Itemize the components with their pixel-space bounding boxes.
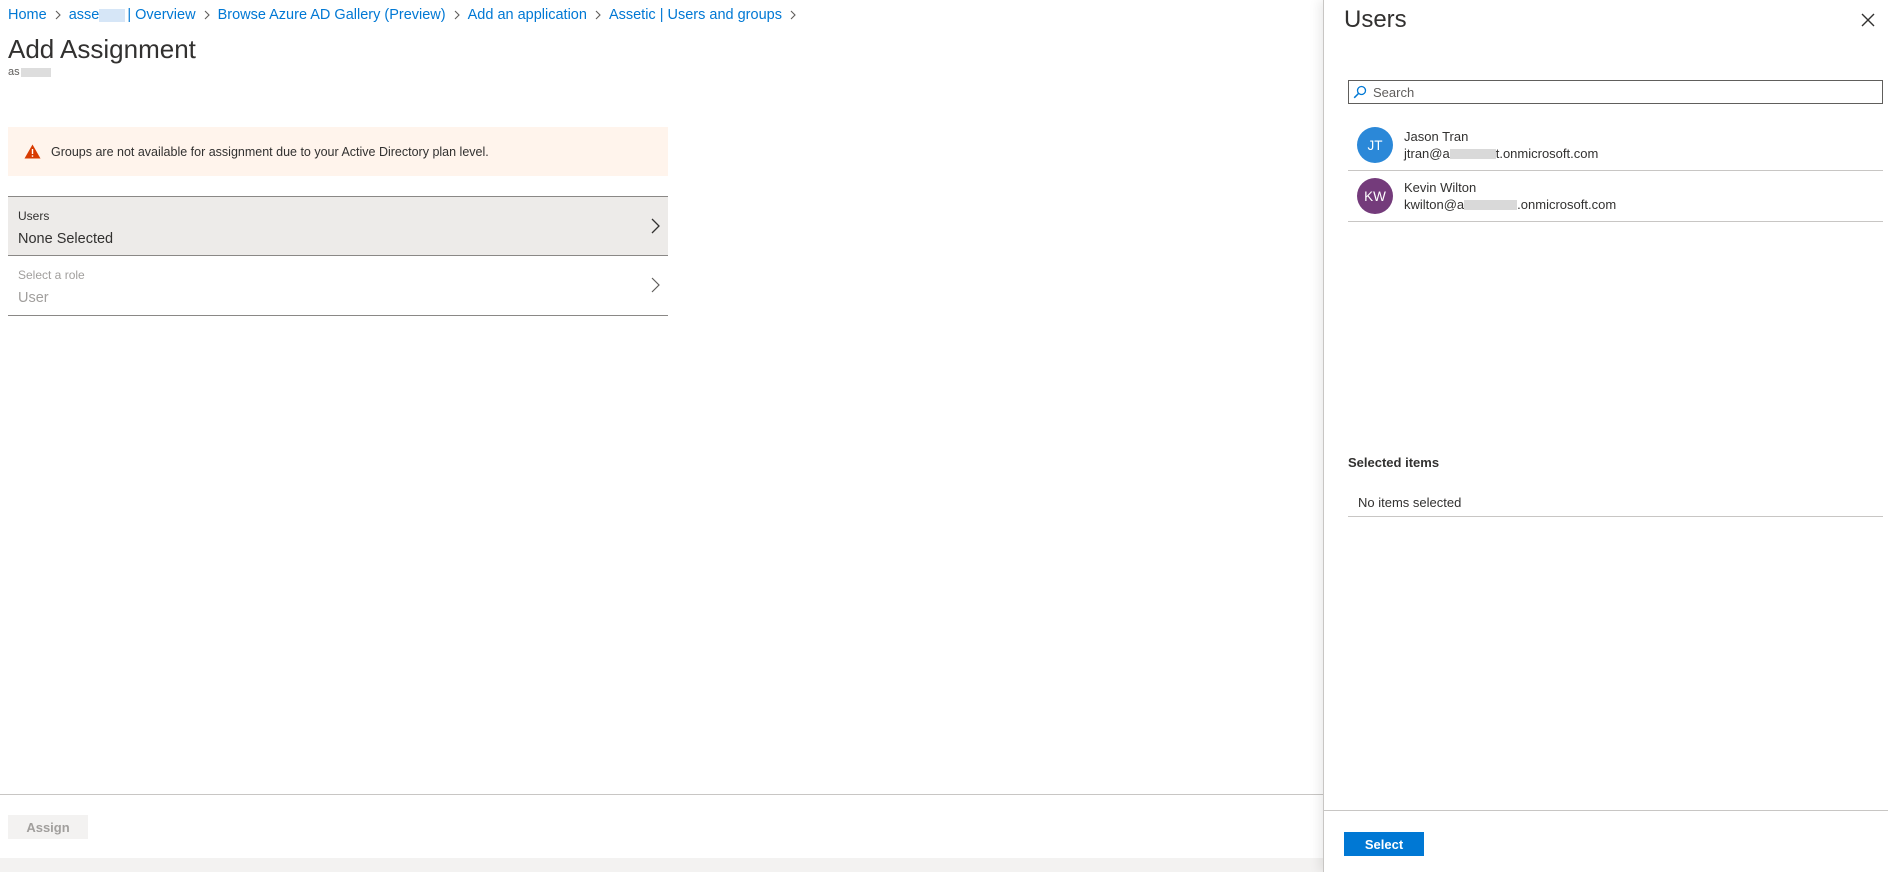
warning-triangle-icon [24, 144, 42, 160]
close-button[interactable] [1859, 11, 1877, 29]
user-email: kwilton@a .onmicrosoft.com [1404, 197, 1616, 212]
user-email: jtran@a t.onmicrosoft.com [1404, 146, 1598, 161]
redacted-text [1464, 199, 1518, 210]
warning-banner: Groups are not available for assignment … [8, 127, 668, 176]
bottom-strip [0, 858, 1323, 872]
redacted-text [1449, 148, 1496, 159]
role-selector[interactable]: Select a role User [8, 256, 668, 316]
breadcrumb-app-overview[interactable]: asse | Overview [69, 7, 196, 23]
breadcrumb: Home asse | Overview Browse Azure AD Gall… [8, 6, 804, 24]
chevron-right-icon [587, 10, 609, 20]
users-selector[interactable]: Users None Selected [8, 196, 668, 256]
user-name: Kevin Wilton [1404, 180, 1477, 195]
search-box[interactable] [1348, 80, 1883, 104]
breadcrumb-overview-label: | Overview [127, 7, 196, 23]
redacted-text [20, 67, 51, 77]
role-label: Select a role [18, 268, 85, 282]
panel-footer-divider [1324, 810, 1888, 811]
avatar: JT [1357, 127, 1393, 163]
user-email-suffix: t.onmicrosoft.com [1495, 146, 1599, 161]
users-label: Users [18, 209, 50, 223]
breadcrumb-users-and-groups[interactable]: Assetic | Users and groups [609, 7, 782, 23]
user-email-suffix: .onmicrosoft.com [1517, 197, 1617, 212]
user-email-prefix: jtran@a [1404, 146, 1450, 161]
avatar: KW [1357, 178, 1393, 214]
select-button[interactable]: Select [1344, 832, 1424, 856]
warning-text: Groups are not available for assignment … [51, 144, 489, 159]
chevron-right-icon [648, 276, 662, 294]
chevron-right-icon [648, 217, 662, 235]
selected-items-list: No items selected [1348, 488, 1883, 517]
user-email-prefix: kwilton@a [1404, 197, 1465, 212]
search-icon [1353, 85, 1367, 99]
user-list-item[interactable]: JT Jason Tran jtran@a t.onmicrosoft.com [1348, 120, 1883, 171]
breadcrumb-home[interactable]: Home [8, 7, 47, 23]
avatar-initials: JT [1367, 137, 1383, 153]
subtitle-text: as [8, 66, 20, 78]
user-list: JT Jason Tran jtran@a t.onmicrosoft.com K… [1348, 120, 1883, 222]
users-value: None Selected [18, 231, 114, 247]
role-value: User [18, 290, 49, 306]
users-panel: Users JT Jason Tran jtran@a t.onmicrosoft… [1323, 0, 1888, 872]
breadcrumb-add-application[interactable]: Add an application [468, 7, 587, 23]
avatar-initials: KW [1364, 188, 1386, 204]
chevron-right-icon [196, 10, 218, 20]
breadcrumb-app-name: asse [68, 7, 100, 23]
close-icon [1861, 13, 1875, 27]
breadcrumb-browse-gallery[interactable]: Browse Azure AD Gallery (Preview) [218, 7, 446, 23]
panel-title: Users [1344, 6, 1407, 33]
chevron-right-icon [446, 10, 468, 20]
user-name: Jason Tran [1404, 129, 1469, 144]
selected-items-heading: Selected items [1348, 455, 1440, 470]
redacted-text [99, 8, 126, 22]
assign-button[interactable]: Assign [8, 815, 88, 839]
search-input[interactable] [1373, 82, 1882, 102]
page-subtitle: as [8, 66, 51, 78]
chevron-right-icon [782, 10, 804, 20]
chevron-right-icon [47, 10, 69, 20]
user-list-item[interactable]: KW Kevin Wilton kwilton@a .onmicrosoft.co… [1348, 171, 1883, 222]
footer-divider [0, 794, 1323, 795]
no-items-text: No items selected [1358, 494, 1462, 510]
page-title: Add Assignment [8, 34, 196, 64]
